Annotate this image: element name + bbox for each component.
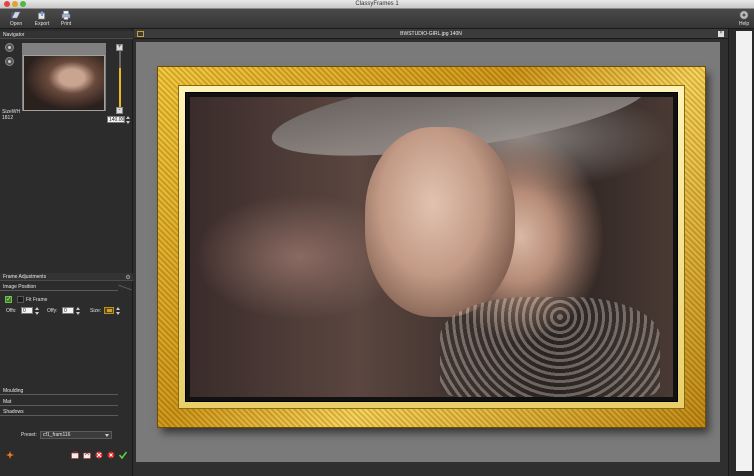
delete-icon[interactable]: [107, 451, 115, 459]
print-button[interactable]: Print: [58, 10, 74, 28]
window-titlebar: ClassyFrames 1: [0, 0, 754, 9]
offy-stepper[interactable]: [76, 307, 80, 315]
gold-frame-moulding[interactable]: [158, 67, 705, 427]
print-label: Print: [60, 21, 72, 27]
zoom-stepper[interactable]: [126, 116, 130, 124]
hand-tool-icon[interactable]: [5, 43, 14, 52]
offx-label: Offx:: [6, 308, 17, 314]
help-label: Help: [738, 21, 750, 27]
zoom-input[interactable]: 140.00: [107, 116, 125, 123]
document-close-button[interactable]: ×: [718, 31, 724, 37]
offy-input[interactable]: 0: [62, 307, 74, 314]
open-label: Open: [9, 21, 23, 27]
zoom-in-button[interactable]: +: [116, 44, 123, 51]
size-value: 1812: [2, 115, 14, 121]
export-label: Export: [34, 21, 50, 27]
size-field-label: Size:: [90, 308, 102, 314]
zoom-slider-fill: [119, 67, 121, 107]
zoom-slider[interactable]: [119, 51, 121, 107]
shadows-section-header[interactable]: Shadows: [0, 408, 118, 416]
save-preset-icon[interactable]: [71, 451, 79, 459]
frame-inner-lip: [178, 85, 685, 409]
apply-checkmark-icon[interactable]: [119, 451, 127, 459]
zoom-out-button[interactable]: -: [116, 107, 123, 114]
navigator-header: Navigator: [0, 31, 133, 39]
preset-label: Preset:: [21, 432, 37, 438]
document-title: BWSTUDIO-GIRL.jpg 140N: [400, 31, 462, 37]
navigator-thumbnail[interactable]: [22, 43, 106, 111]
open-button[interactable]: Open: [7, 10, 25, 28]
zoom-tool-icon[interactable]: [5, 57, 14, 66]
fit-frame-label: Fit Frame: [26, 297, 48, 303]
framed-photo[interactable]: [190, 97, 673, 397]
window-title: ClassyFrames 1: [355, 1, 399, 7]
offx-stepper[interactable]: [35, 307, 39, 315]
help-icon: [739, 10, 749, 20]
image-position-header[interactable]: Image Position: [0, 283, 118, 291]
fit-frame-checkbox[interactable]: [17, 296, 24, 303]
workspace-canvas[interactable]: [136, 42, 720, 462]
vertical-scrollbar[interactable]: [736, 31, 752, 471]
image-position-enable-checkbox[interactable]: [5, 295, 12, 303]
remove-preset-icon[interactable]: [95, 451, 103, 459]
help-button[interactable]: Help: [737, 10, 751, 28]
left-panel: Navigator SizeWH 1812 + - 140.00 Frame A…: [0, 29, 133, 476]
document-tab-bar: BWSTUDIO-GIRL.jpg 140N ×: [134, 29, 728, 39]
main-toolbar: Open Export Print Help: [0, 9, 754, 29]
section-tab-edge: [118, 284, 132, 291]
offx-input[interactable]: 0: [21, 307, 33, 314]
size-swatch[interactable]: [104, 307, 114, 314]
preset-select[interactable]: cf1_fram116: [40, 431, 112, 439]
frame-adjustments-header[interactable]: Frame Adjustments: [0, 273, 133, 281]
size-stepper[interactable]: [116, 307, 120, 315]
gear-icon[interactable]: [125, 274, 131, 280]
navigator-viewport-rect[interactable]: [23, 55, 105, 111]
printer-icon: [61, 10, 71, 20]
mat-section-header[interactable]: Mat: [0, 398, 118, 406]
export-button[interactable]: Export: [32, 10, 52, 28]
canvas-area: BWSTUDIO-GIRL.jpg 140N ×: [134, 29, 728, 476]
export-icon: [38, 11, 45, 20]
burst-icon[interactable]: [6, 451, 14, 459]
offy-label: Offy:: [47, 308, 58, 314]
frame-mat: [185, 92, 678, 402]
load-preset-icon[interactable]: [83, 451, 91, 459]
moulding-section-header[interactable]: Moulding: [0, 387, 118, 395]
photo-face-region: [365, 127, 515, 317]
open-icon: [11, 11, 21, 19]
photo-necklace-region: [440, 297, 660, 397]
